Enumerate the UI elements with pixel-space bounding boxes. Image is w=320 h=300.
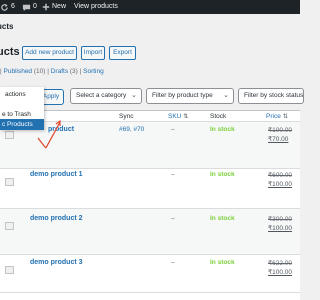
- filter-sorting[interactable]: Sorting: [83, 68, 104, 75]
- regular-price: ₹300.00: [268, 216, 293, 223]
- stock-status-select[interactable]: Filter by stock status: [238, 88, 304, 104]
- view-products-link[interactable]: View products: [74, 0, 118, 14]
- filter-published-count: (10) |: [32, 68, 51, 75]
- column-header-sync: Sync: [119, 113, 134, 120]
- bulk-option-actions[interactable]: actions: [0, 89, 44, 100]
- product-type-select-value: Filter by product type: [152, 92, 213, 99]
- sale-price: ₹100.00: [268, 181, 293, 188]
- category-select-value: Select a category: [76, 92, 127, 99]
- sku-value: –: [171, 126, 175, 133]
- product-name-link[interactable]: demo product 2: [30, 215, 83, 222]
- stock-status-select-value: Filter by stock status: [244, 92, 304, 99]
- export-button[interactable]: Export: [109, 46, 136, 60]
- filter-drafts-count: (3) |: [68, 68, 84, 75]
- sku-value: –: [171, 171, 175, 178]
- chevron-down-icon: ⌄: [223, 92, 229, 99]
- comments-item[interactable]: 0: [22, 0, 37, 14]
- column-header-stock: Stock: [210, 113, 227, 120]
- sku-header-label: SKU: [168, 113, 182, 120]
- comment-icon: [22, 4, 31, 11]
- stock-status: In stock: [210, 171, 235, 178]
- regular-price: ₹622.00: [268, 260, 293, 267]
- product-thumbnail-icon[interactable]: [5, 178, 14, 186]
- sku-value: –: [171, 215, 175, 222]
- status-filters: | Published (10) | Drafts (3) | Sorting: [0, 68, 104, 75]
- column-header-price[interactable]: Price ⇅: [266, 113, 288, 120]
- product-type-select[interactable]: Filter by product type ⌄: [146, 88, 234, 104]
- refresh-icon: [1, 3, 8, 11]
- bulk-option-selected[interactable]: c Products: [0, 119, 44, 130]
- product-thumbnail-icon[interactable]: [5, 266, 14, 274]
- product-thumbnail-icon[interactable]: [5, 131, 14, 139]
- product-name-link[interactable]: demo product 1: [30, 171, 83, 178]
- product-thumbnail-icon[interactable]: [5, 222, 14, 230]
- regular-price: ₹600.00: [268, 172, 293, 179]
- new-content-item[interactable]: New: [42, 0, 66, 14]
- admin-bar: 6 0 New View products: [0, 0, 300, 14]
- product-name-link[interactable]: demo product 3: [30, 259, 83, 266]
- comments-count: 0: [33, 3, 37, 10]
- sale-price: ₹70.00: [268, 136, 289, 143]
- sale-price: ₹100.00: [268, 225, 293, 232]
- filter-published[interactable]: Published: [4, 68, 33, 75]
- updates-count: 6: [11, 3, 15, 10]
- filter-drafts[interactable]: Drafts: [51, 68, 68, 75]
- stock-status: In stock: [210, 259, 235, 266]
- breadcrumb-title: ucts: [0, 22, 14, 31]
- bulk-actions-menu[interactable]: actions e to Trash c Products: [0, 87, 44, 130]
- sort-icon: ⇅: [183, 114, 189, 120]
- import-button[interactable]: Import: [81, 46, 105, 60]
- regular-price: ₹100.00: [268, 127, 293, 134]
- add-new-product-button[interactable]: Add new product: [22, 46, 77, 60]
- chevron-down-icon: ⌄: [131, 92, 137, 99]
- sync-ids[interactable]: #69, #70: [119, 126, 144, 133]
- stock-status: In stock: [210, 215, 235, 222]
- page-heading: ucts: [0, 46, 20, 58]
- price-header-label: Price: [266, 113, 281, 120]
- refresh-updates-item[interactable]: 6: [0, 0, 15, 14]
- category-select[interactable]: Select a category ⌄: [70, 88, 142, 104]
- sale-price: ₹100.00: [268, 269, 293, 276]
- sku-value: –: [171, 259, 175, 266]
- plus-icon: [42, 3, 50, 11]
- sort-icon: ⇅: [282, 114, 288, 120]
- table-row: [0, 122, 300, 168]
- column-header-sku[interactable]: SKU ⇅: [168, 113, 188, 120]
- product-name-link[interactable]: product: [48, 126, 74, 133]
- row-divider: [0, 292, 300, 293]
- new-label: New: [52, 3, 67, 10]
- stock-status: In stock: [210, 126, 235, 133]
